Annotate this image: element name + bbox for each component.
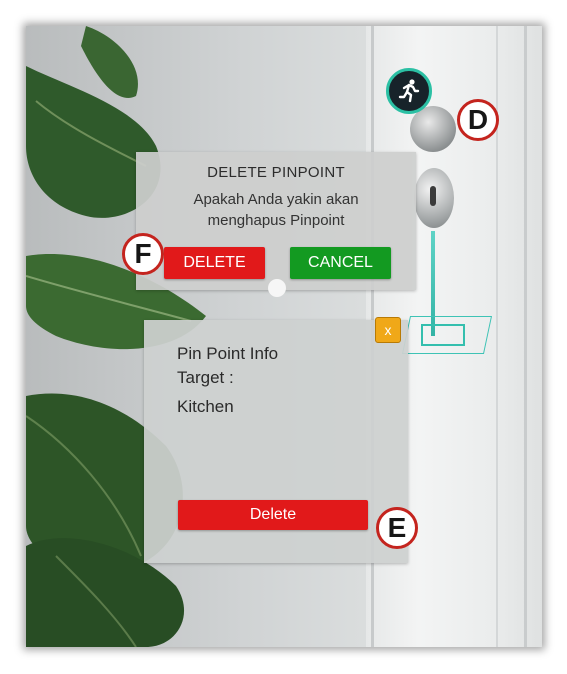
ar-target-marker xyxy=(421,324,465,346)
marker-label: D xyxy=(467,104,489,135)
dialog-message-line: menghapus Pinpoint xyxy=(207,212,345,229)
drag-handle[interactable] xyxy=(268,279,286,297)
pinpoint-info-panel: x Pin Point Info Target : Kitchen Delete xyxy=(144,317,408,563)
dialog-title: DELETE PINPOINT xyxy=(207,164,345,181)
delete-pinpoint-dialog: DELETE PINPOINT Apakah Anda yakin akan m… xyxy=(136,152,416,290)
pinpoint-runner-button[interactable] xyxy=(386,68,432,114)
confirm-delete-button[interactable]: DELETE xyxy=(164,247,265,279)
target-label: Target : xyxy=(177,368,234,387)
door-knob xyxy=(410,106,456,152)
target-value: Kitchen xyxy=(177,397,234,416)
callout-marker-e: E xyxy=(376,507,418,549)
callout-marker-d: D xyxy=(457,99,499,141)
keyhole xyxy=(430,186,436,206)
door-panel-groove xyxy=(524,26,527,647)
panel-title: Pin Point Info xyxy=(177,344,279,363)
cancel-button[interactable]: CANCEL xyxy=(290,247,391,279)
running-person-icon xyxy=(398,79,420,103)
dialog-message: Apakah Anda yakin akan menghapus Pinpoin… xyxy=(136,189,416,231)
marker-label: F xyxy=(134,238,152,269)
close-button[interactable]: x xyxy=(375,317,401,343)
delete-pinpoint-button[interactable]: Delete xyxy=(178,500,368,530)
marker-label: E xyxy=(387,512,407,543)
dialog-message-line: Apakah Anda yakin akan xyxy=(193,191,359,208)
callout-marker-f: F xyxy=(122,233,164,275)
